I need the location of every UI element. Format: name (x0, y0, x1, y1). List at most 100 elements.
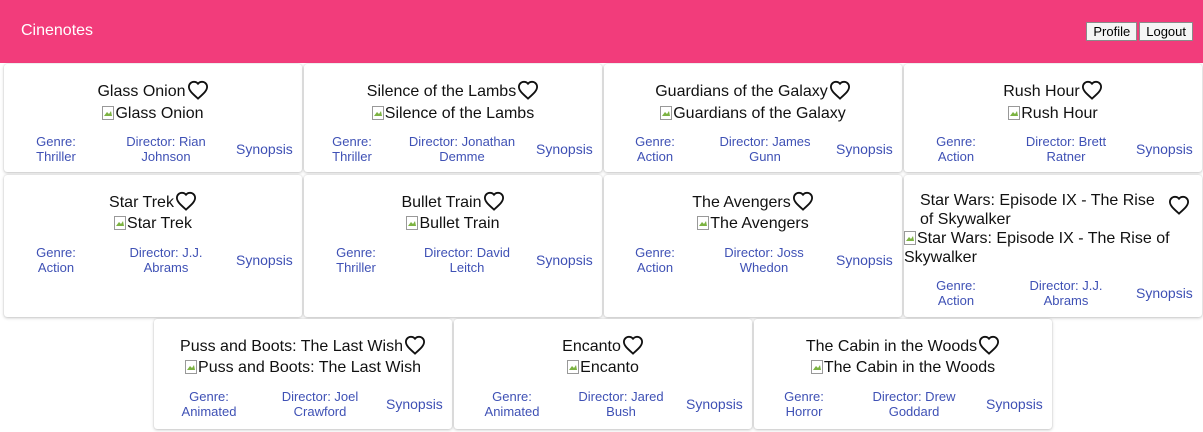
broken-image-icon (185, 360, 198, 374)
movie-card: Star Wars: Episode IX - The Rise of Skyw… (904, 175, 1202, 317)
movie-card: Puss and Boots: The Last Wish Puss and B… (154, 319, 452, 429)
director-label: Director: Joel Crawford (281, 389, 359, 419)
movie-title-row: Star Wars: Episode IX - The Rise of Skyw… (904, 191, 1202, 229)
movie-card: The Cabin in the Woods The Cabin in the … (754, 319, 1052, 429)
movie-title: Star Wars: Episode IX - The Rise of Skyw… (920, 192, 1155, 228)
genre-label: Genre: Animated (181, 389, 237, 419)
movie-title-row: Star Trek (4, 191, 302, 212)
heart-icon[interactable] (404, 335, 426, 355)
poster-alt-text: Star Wars: Episode IX - The Rise of Skyw… (904, 230, 1170, 266)
movie-title: The Avengers (692, 194, 791, 211)
poster-image: Rush Hour (904, 104, 1202, 123)
broken-image-icon (114, 216, 127, 230)
director-label: Director: Brett Ratner (1025, 134, 1107, 164)
genre-label: Genre: Animated (484, 389, 540, 419)
poster-alt-text: The Avengers (710, 215, 809, 232)
poster-alt-text: Star Trek (127, 215, 192, 232)
broken-image-icon (697, 216, 710, 230)
app-title: Cinenotes (21, 22, 94, 39)
profile-button[interactable]: Profile (1086, 22, 1138, 41)
broken-image-icon (371, 106, 384, 120)
movie-title: Guardians of the Galaxy (655, 83, 828, 100)
heart-icon[interactable] (517, 80, 539, 100)
movie-title-row: The Cabin in the Woods (754, 335, 1052, 356)
genre-label: Genre: Thriller (36, 134, 76, 164)
heart-icon[interactable] (187, 80, 209, 100)
movie-card: Rush Hour Rush Hour Genre: Action Direct… (904, 64, 1202, 172)
poster-image: The Avengers (604, 214, 902, 233)
poster-alt-text: The Cabin in the Woods (823, 359, 996, 376)
synopsis-link[interactable]: Synopsis (536, 252, 593, 268)
poster-image: Guardians of the Galaxy (604, 104, 902, 123)
genre-label: Genre: Thriller (332, 134, 372, 164)
broken-image-icon (406, 216, 419, 230)
movie-title-row: Puss and Boots: The Last Wish (154, 335, 452, 356)
header-actions: Profile Logout (1086, 22, 1193, 41)
movie-card: Glass Onion Glass Onion Genre: Thriller … (4, 64, 302, 172)
genre-label: Genre: Thriller (336, 245, 376, 275)
synopsis-link[interactable]: Synopsis (1136, 285, 1193, 301)
director-label: Director: Jonathan Demme (408, 134, 516, 164)
movie-title: Rush Hour (1003, 83, 1080, 100)
genre-label: Genre: Horror (784, 389, 824, 419)
heart-icon[interactable] (1081, 80, 1103, 100)
poster-image: Bullet Train (304, 214, 602, 233)
genre-label: Genre: Action (36, 245, 76, 275)
movie-title: Puss and Boots: The Last Wish (180, 338, 403, 355)
movie-title-row: Glass Onion (4, 80, 302, 101)
synopsis-link[interactable]: Synopsis (836, 252, 893, 268)
heart-icon[interactable] (175, 191, 197, 211)
heart-icon[interactable] (829, 80, 851, 100)
genre-label: Genre: Action (635, 134, 675, 164)
poster-alt-text: Rush Hour (1021, 105, 1098, 122)
synopsis-link[interactable]: Synopsis (986, 396, 1043, 412)
genre-label: Genre: Action (635, 245, 675, 275)
logout-button[interactable]: Logout (1139, 22, 1193, 41)
heart-icon[interactable] (483, 191, 505, 211)
broken-image-icon (660, 106, 673, 120)
poster-alt-text: Guardians of the Galaxy (673, 105, 846, 122)
movie-card: Bullet Train Bullet Train Genre: Thrille… (304, 175, 602, 317)
synopsis-link[interactable]: Synopsis (236, 252, 293, 268)
poster-image: Puss and Boots: The Last Wish (154, 358, 452, 377)
heart-icon[interactable] (622, 335, 644, 355)
movie-title: Bullet Train (401, 194, 482, 211)
poster-image: Encanto (454, 358, 752, 377)
movie-title: Encanto (562, 338, 621, 355)
movie-title-row: Silence of the Lambs (304, 80, 602, 101)
director-label: Director: J.J. Abrams (1029, 278, 1103, 308)
director-label: Director: Joss Whedon (724, 245, 804, 275)
movie-title: Silence of the Lambs (366, 83, 517, 100)
movie-card: Guardians of the Galaxy Guardians of the… (604, 64, 902, 172)
synopsis-link[interactable]: Synopsis (836, 141, 893, 157)
genre-label: Genre: Action (936, 134, 976, 164)
heart-icon[interactable] (978, 335, 1000, 355)
movie-title: The Cabin in the Woods (805, 338, 978, 355)
movie-card: The Avengers The Avengers Genre: Action … (604, 175, 902, 317)
movie-title-row: Rush Hour (904, 80, 1202, 101)
heart-icon[interactable] (1168, 195, 1190, 215)
broken-image-icon (102, 106, 115, 120)
movie-title: Glass Onion (97, 83, 186, 100)
heart-icon[interactable] (792, 191, 814, 211)
movie-card: Encanto Encanto Genre: Animated Director… (454, 319, 752, 429)
poster-image: Glass Onion (4, 104, 302, 123)
director-label: Director: J.J. Abrams (129, 245, 203, 275)
poster-alt-text: Silence of the Lambs (384, 105, 535, 122)
poster-alt-text: Bullet Train (419, 215, 500, 232)
genre-label: Genre: Action (936, 278, 976, 308)
synopsis-link[interactable]: Synopsis (686, 396, 743, 412)
synopsis-link[interactable]: Synopsis (386, 396, 443, 412)
movie-title: Star Trek (109, 194, 174, 211)
movie-card: Star Trek Star Trek Genre: Action Direct… (4, 175, 302, 317)
broken-image-icon (810, 360, 823, 374)
broken-image-icon (567, 360, 580, 374)
synopsis-link[interactable]: Synopsis (536, 141, 593, 157)
synopsis-link[interactable]: Synopsis (236, 141, 293, 157)
poster-alt-text: Encanto (580, 359, 639, 376)
poster-image: Star Trek (4, 214, 302, 233)
broken-image-icon (904, 231, 916, 245)
poster-image: Star Wars: Episode IX - The Rise of Skyw… (904, 229, 1202, 267)
poster-alt-text: Glass Onion (115, 105, 204, 122)
synopsis-link[interactable]: Synopsis (1136, 141, 1193, 157)
